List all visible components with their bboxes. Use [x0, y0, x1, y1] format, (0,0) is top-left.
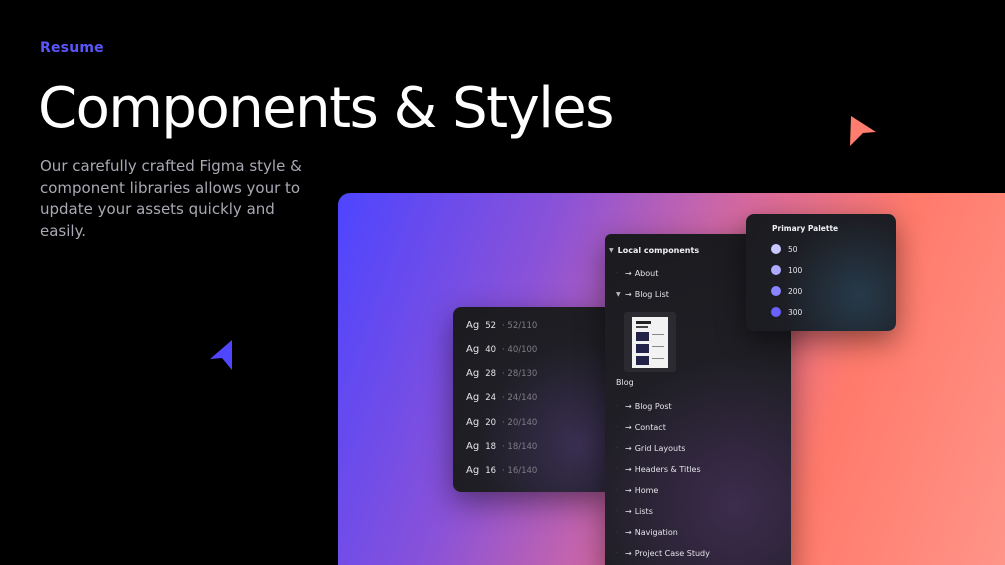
component-arrow-icon: → [625, 465, 632, 474]
blog-component-label: Blog [616, 378, 634, 387]
component-label: Blog Post [634, 402, 672, 411]
component-label: Headers & Titles [634, 465, 701, 474]
palette-title: Primary Palette [772, 224, 839, 233]
type-size: 24 [485, 393, 497, 403]
type-size: 20 [485, 418, 497, 428]
component-arrow-icon: → [625, 290, 632, 299]
blog-page-preview [632, 316, 668, 368]
primary-palette-panel: Primary Palette 50 100 200 300 [746, 214, 896, 331]
type-size: 18 [485, 442, 497, 452]
collapse-dot-icon: · [616, 487, 618, 494]
component-label: Blog List [634, 290, 669, 299]
component-label: Project Case Study [634, 549, 710, 558]
component-item-blog-post[interactable]: · → Blog Post [616, 402, 672, 411]
palette-swatch-row[interactable]: 300 [771, 307, 802, 317]
component-label: Home [634, 486, 659, 495]
type-scale-panel: Ag 52 · 52/110 Ag 40 · 40/100 Ag 28 · 28… [453, 307, 611, 492]
type-style-row[interactable]: Ag 28 · 28/130 [466, 368, 537, 379]
component-arrow-icon: → [625, 444, 632, 453]
collapse-dot-icon: · [616, 424, 618, 431]
component-label: Contact [634, 423, 666, 432]
caret-down-icon: ▼ [616, 291, 621, 298]
component-arrow-icon: → [625, 507, 632, 516]
type-metrics: · 40/100 [502, 345, 538, 355]
color-swatch [771, 307, 781, 317]
blog-thumbnail[interactable] [624, 312, 676, 372]
component-item-contact[interactable]: · → Contact [616, 423, 666, 432]
type-style-row[interactable]: Ag 24 · 24/140 [466, 392, 537, 403]
type-style-row[interactable]: Ag 40 · 40/100 [466, 344, 537, 355]
component-label: Navigation [634, 528, 678, 537]
component-arrow-icon: → [625, 528, 632, 537]
component-item-lists[interactable]: · → Lists [616, 507, 653, 516]
type-sample: Ag [466, 392, 480, 403]
local-components-header[interactable]: ▼ Local components [609, 246, 699, 255]
type-metrics: · 24/140 [502, 393, 538, 403]
component-item-about[interactable]: · → About [616, 269, 658, 278]
type-sample: Ag [466, 417, 480, 428]
type-sample: Ag [466, 320, 480, 331]
type-sample: Ag [466, 465, 480, 476]
swatch-label: 300 [788, 307, 803, 317]
type-sample: Ag [466, 344, 480, 355]
type-sample: Ag [466, 368, 480, 379]
eyebrow-label: Resume [40, 40, 104, 56]
caret-down-icon: ▼ [609, 247, 614, 254]
component-item-blog-list[interactable]: ▼ → Blog List [616, 290, 669, 299]
collapse-dot-icon: · [616, 466, 618, 473]
component-item-navigation[interactable]: · → Navigation [616, 528, 678, 537]
component-arrow-icon: → [625, 269, 632, 278]
component-item-grid-layouts[interactable]: · → Grid Layouts [616, 444, 685, 453]
component-arrow-icon: → [625, 486, 632, 495]
type-sample: Ag [466, 441, 480, 452]
hero-description: Our carefully crafted Figma style & comp… [40, 157, 302, 240]
type-size: 28 [485, 369, 497, 379]
cursor-arrow-icon [210, 340, 232, 370]
collapse-dot-icon: · [616, 508, 618, 515]
color-swatch [771, 244, 781, 254]
type-metrics: · 28/130 [502, 369, 538, 379]
component-label: Grid Layouts [634, 444, 686, 453]
swatch-label: 100 [788, 265, 803, 275]
color-swatch [771, 265, 781, 275]
palette-swatch-row[interactable]: 200 [771, 286, 802, 296]
component-label: Lists [634, 507, 653, 516]
swatch-label: 50 [788, 244, 798, 254]
color-swatch [771, 286, 781, 296]
type-size: 40 [485, 345, 497, 355]
palette-swatch-row[interactable]: 50 [771, 244, 798, 254]
type-metrics: · 18/140 [502, 442, 538, 452]
type-style-row[interactable]: Ag 20 · 20/140 [466, 417, 537, 428]
component-arrow-icon: → [625, 423, 632, 432]
component-item-home[interactable]: · → Home [616, 486, 658, 495]
collapse-dot-icon: · [616, 529, 618, 536]
cursor-arrow-icon [850, 116, 876, 146]
type-metrics: · 16/140 [502, 466, 538, 476]
type-style-row[interactable]: Ag 16 · 16/140 [466, 465, 537, 476]
type-size: 16 [485, 466, 497, 476]
type-style-row[interactable]: Ag 18 · 18/140 [466, 441, 537, 452]
local-components-title: Local components [617, 246, 700, 255]
component-item-project-case-study[interactable]: · → Project Case Study [616, 549, 710, 558]
collapse-dot-icon: · [616, 445, 618, 452]
swatch-label: 200 [788, 286, 803, 296]
type-style-row[interactable]: Ag 52 · 52/110 [466, 320, 537, 331]
type-metrics: · 52/110 [502, 321, 538, 331]
component-arrow-icon: → [625, 549, 632, 558]
component-item-headers-titles[interactable]: · → Headers & Titles [616, 465, 701, 474]
type-size: 52 [485, 321, 497, 331]
page-title: Components & Styles [38, 76, 614, 141]
collapse-dot-icon: · [616, 550, 618, 557]
collapse-dot-icon: · [616, 270, 618, 277]
collapse-dot-icon: · [616, 403, 618, 410]
component-label: About [634, 269, 659, 278]
palette-swatch-row[interactable]: 100 [771, 265, 802, 275]
component-arrow-icon: → [625, 402, 632, 411]
type-metrics: · 20/140 [502, 418, 538, 428]
